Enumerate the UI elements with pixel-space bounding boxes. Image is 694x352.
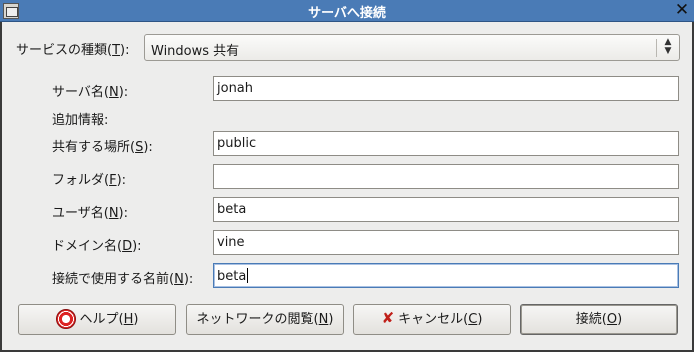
close-icon[interactable]: ✕ [674, 0, 690, 20]
cancel-x-icon: ✘ [381, 309, 395, 327]
share-label: 共有する場所(S): [52, 140, 153, 155]
share-input[interactable]: public [213, 131, 679, 156]
window-title: サーバへ接続 [308, 6, 386, 21]
connect-name-input[interactable]: beta [213, 263, 679, 288]
extra-info-heading: 追加情報: [52, 113, 109, 128]
folder-input[interactable] [213, 164, 679, 189]
user-label: ユーザ名(N): [52, 206, 128, 221]
server-input[interactable]: jonah [213, 76, 679, 101]
server-label: サーバ名(N): [52, 85, 129, 100]
title-bar: サーバへ接続 ✕ [0, 0, 694, 22]
connect-name-label: 接続で使用する名前(N): [52, 272, 194, 287]
combo-separator [656, 39, 657, 57]
updown-arrow-icon: ▲ ▼ [664, 37, 672, 56]
cancel-button[interactable]: ✘ キャンセル(C) [353, 304, 511, 335]
connect-button[interactable]: 接続(O) [520, 304, 678, 335]
service-type-value: Windows 共有 [151, 44, 240, 59]
service-type-select[interactable]: Windows 共有 ▲ ▼ [144, 34, 680, 61]
service-type-label: サービスの種類(T): [16, 43, 130, 58]
browse-network-button[interactable]: ネットワークの閲覧(N) [186, 304, 344, 335]
folder-label: フォルダ(F): [52, 173, 127, 188]
lifebuoy-help-icon [55, 308, 76, 329]
domain-input[interactable]: vine [213, 230, 679, 255]
connect-to-server-dialog: サービスの種類(T): Windows 共有 ▲ ▼ サーバ名(N): jonah… [0, 22, 694, 352]
text-caret [247, 268, 249, 283]
user-input[interactable]: beta [213, 197, 679, 222]
help-button[interactable]: ヘルプ(H) [18, 304, 176, 335]
domain-label: ドメイン名(D): [52, 239, 142, 254]
